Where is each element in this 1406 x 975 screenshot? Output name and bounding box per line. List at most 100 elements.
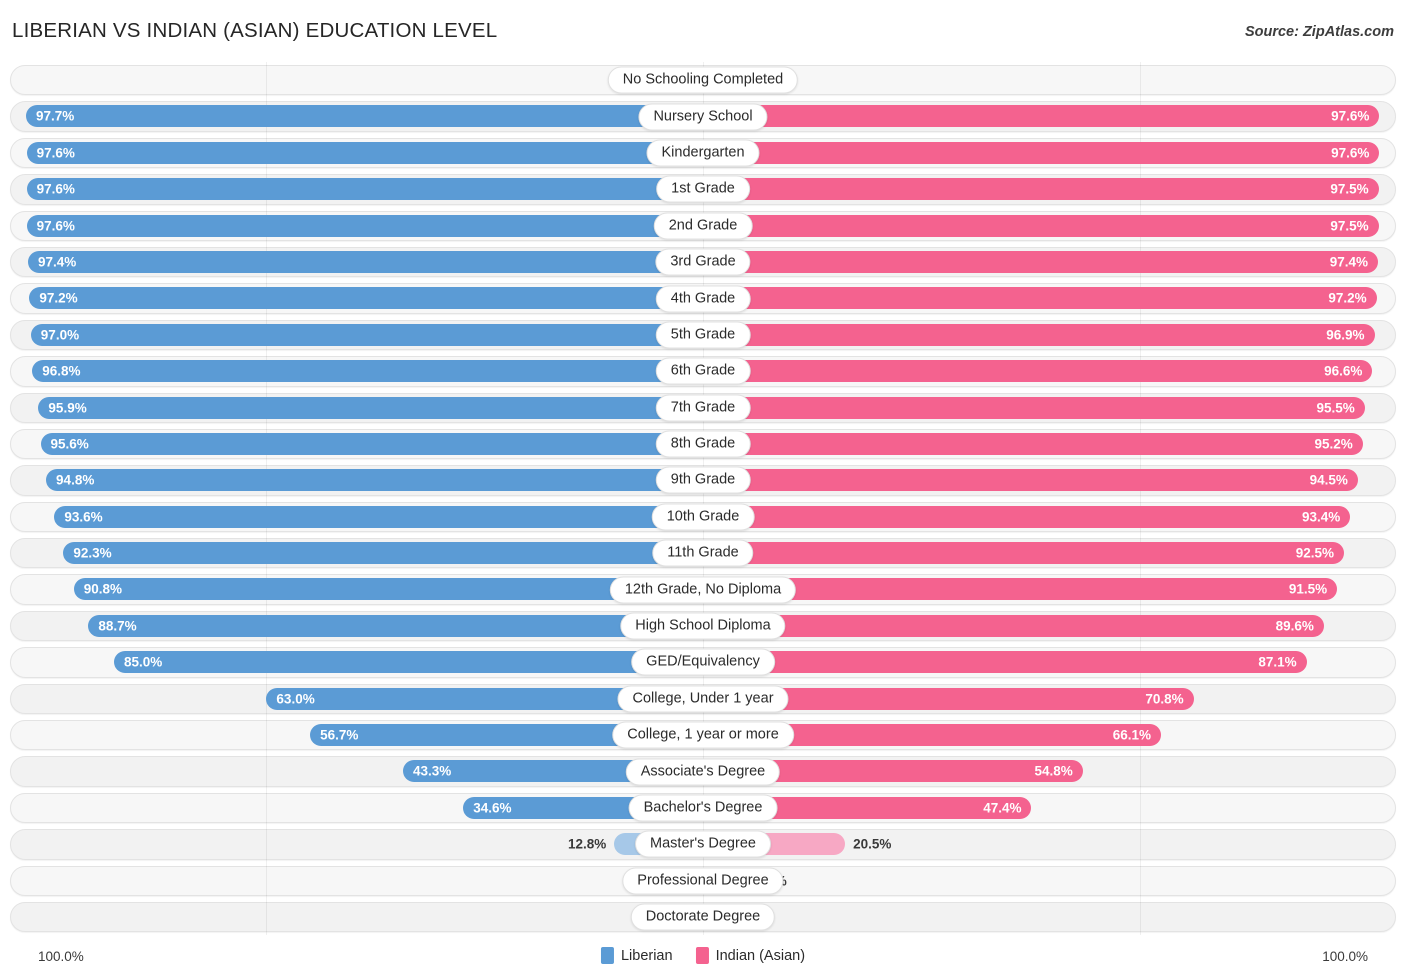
bar-value-label: 89.6% <box>1275 618 1314 634</box>
chart-row: 2.4%2.5%No Schooling Completed <box>0 62 1406 99</box>
bar-value-label: 95.6% <box>50 436 89 452</box>
gridline <box>1140 753 1141 790</box>
chart-row: 43.3% 54.8% Associate's Degree <box>0 753 1406 790</box>
bar-liberian: 97.0% <box>30 323 703 346</box>
bar-liberian: 92.3% <box>63 542 703 565</box>
bar-value-label: 12.8% <box>568 836 607 852</box>
gridline <box>266 826 267 863</box>
category-label: College, 1 year or more <box>612 721 794 749</box>
category-label: 3rd Grade <box>655 248 751 276</box>
chart-row: 95.6% 95.2% 8th Grade <box>0 425 1406 463</box>
bar-value-label: 97.0% <box>40 327 80 343</box>
bar-value-label: 97.5% <box>1330 181 1369 197</box>
legend-label: Indian (Asian) <box>715 947 806 964</box>
bar-liberian: 95.6% <box>40 432 703 455</box>
bar-value-label: 85.0% <box>123 654 163 670</box>
bar-liberian: 97.2% <box>29 287 703 310</box>
bar-liberian: 88.7% <box>88 614 703 637</box>
bar-indian-asian: 87.1% <box>703 651 1307 674</box>
chart-row: 95.9% 95.5% 7th Grade <box>0 389 1406 426</box>
gridline <box>266 717 267 754</box>
category-label: Associate's Degree <box>625 758 781 786</box>
bar-liberian: 94.8% <box>46 469 703 492</box>
category-label: 8th Grade <box>655 430 751 458</box>
chart-legend: Liberian Indian (Asian) <box>600 947 806 964</box>
chart-row: 12.8% 20.5% Master's Degree <box>0 826 1406 863</box>
bar-value-label: 87.1% <box>1258 654 1297 670</box>
bar-liberian: 90.8% <box>73 578 703 601</box>
chart-row: 97.0% 96.9% 5th Grade <box>0 316 1406 354</box>
category-label: High School Diploma <box>620 612 786 640</box>
category-label: 12th Grade, No Diploma <box>609 576 797 604</box>
chart-row: 97.6% 97.5% 2nd Grade <box>0 207 1406 244</box>
bar-value-label: 95.9% <box>48 400 87 416</box>
bar-liberian: 97.6% <box>26 214 703 237</box>
category-label: 11th Grade <box>652 539 754 567</box>
bar-liberian: 85.0% <box>113 651 703 674</box>
chart-page: LIBERIAN VS INDIAN (ASIAN) EDUCATION LEV… <box>0 0 1406 975</box>
category-label: Nursery School <box>638 103 768 131</box>
bar-value-label: 97.4% <box>1329 254 1368 270</box>
bar-value-label: 97.5% <box>1330 218 1369 234</box>
gridline <box>1140 789 1141 827</box>
chart-row: 94.8% 94.5% 9th Grade <box>0 462 1406 499</box>
gridline <box>266 862 267 899</box>
bar-value-label: 63.0% <box>276 691 315 707</box>
category-label: 4th Grade <box>655 285 751 313</box>
chart-row: 93.6% 93.4% 10th Grade <box>0 498 1406 536</box>
gridline <box>1140 898 1141 936</box>
category-label: Professional Degree <box>622 867 784 895</box>
chart-row: 96.8% 96.6% 6th Grade <box>0 353 1406 390</box>
legend-swatch <box>695 947 709 964</box>
chart-row: 97.4% 97.4% 3rd Grade <box>0 243 1406 281</box>
bar-value-label: 66.1% <box>1112 727 1152 743</box>
bar-value-label: 20.5% <box>853 836 892 852</box>
bar-value-label: 97.6% <box>1331 145 1370 161</box>
legend-label: Liberian <box>620 947 673 964</box>
bar-liberian: 97.6% <box>26 178 703 201</box>
legend-item: Liberian <box>600 947 673 964</box>
bar-indian-asian: 91.5% <box>703 578 1338 601</box>
chart-row: 56.7% 66.1% College, 1 year or more <box>0 717 1406 754</box>
category-label: College, Under 1 year <box>617 685 789 713</box>
category-label: Bachelor's Degree <box>628 794 778 822</box>
axis-max-left: 100.0% <box>38 949 84 964</box>
category-label: 5th Grade <box>655 321 751 349</box>
category-label: 1st Grade <box>656 175 750 203</box>
bar-value-label: 95.2% <box>1314 436 1353 452</box>
chart-row: 97.2% 97.2% 4th Grade <box>0 280 1406 317</box>
bar-value-label: 97.6% <box>1331 108 1370 124</box>
bar-indian-asian: 97.5% <box>703 178 1379 201</box>
chart-row: 88.7% 89.6% High School Diploma <box>0 607 1406 645</box>
bar-value-label: 95.5% <box>1316 400 1355 416</box>
chart-header: LIBERIAN VS INDIAN (ASIAN) EDUCATION LEV… <box>0 0 1406 58</box>
bar-value-label: 93.4% <box>1301 509 1341 525</box>
bar-indian-asian: 95.2% <box>703 432 1363 455</box>
chart-row: 34.6% 47.4% Bachelor's Degree <box>0 789 1406 827</box>
chart-row: 97.6% 97.6% Kindergarten <box>0 134 1406 172</box>
bar-indian-asian: 97.6% <box>703 141 1380 164</box>
legend-item: Indian (Asian) <box>695 947 806 964</box>
category-label: Doctorate Degree <box>630 903 776 931</box>
bar-value-label: 97.2% <box>1328 290 1367 306</box>
page-title: LIBERIAN VS INDIAN (ASIAN) EDUCATION LEV… <box>12 19 498 42</box>
bar-liberian: 93.6% <box>54 505 703 528</box>
chart-footer: 100.0% Liberian Indian (Asian) 100.0% <box>0 939 1406 975</box>
bar-value-label: 54.8% <box>1034 763 1073 779</box>
bar-value-label: 92.3% <box>73 545 112 561</box>
bar-value-label: 94.8% <box>56 472 95 488</box>
source-attribution: Source: ZipAtlas.com <box>1244 24 1394 40</box>
bar-liberian: 96.8% <box>32 360 703 383</box>
bar-value-label: 97.6% <box>36 181 75 197</box>
bar-indian-asian: 97.5% <box>703 214 1379 237</box>
gridline <box>266 753 267 790</box>
chart-row: 63.0% 70.8% College, Under 1 year <box>0 680 1406 718</box>
gridline <box>1140 62 1141 99</box>
bar-value-label: 97.6% <box>36 218 75 234</box>
bar-value-label: 97.7% <box>35 108 75 124</box>
bar-indian-asian: 96.6% <box>703 360 1373 383</box>
bar-indian-asian: 94.5% <box>703 469 1358 492</box>
bar-indian-asian: 97.4% <box>703 250 1378 273</box>
category-label: 9th Grade <box>655 466 751 494</box>
category-label: GED/Equivalency <box>631 648 775 676</box>
